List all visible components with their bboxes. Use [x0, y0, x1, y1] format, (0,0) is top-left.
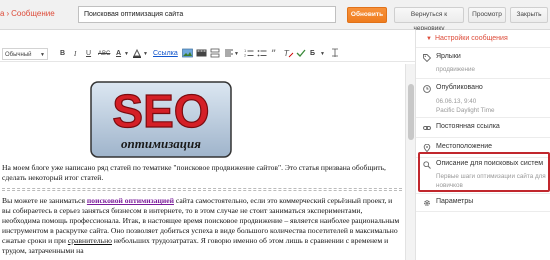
- quote-icon[interactable]: ”: [271, 48, 281, 60]
- jump-break-divider: [2, 188, 402, 191]
- sidebar-item-label: Местоположение: [436, 143, 493, 150]
- published-timezone: Pacific Daylight Time: [436, 107, 495, 114]
- text-color-button[interactable]: A: [116, 48, 121, 60]
- spellcheck-icon[interactable]: [296, 48, 306, 60]
- paragraph-main: Вы можете не заниматься поисковой оптими…: [2, 196, 402, 256]
- sidebar-item-published[interactable]: Опубликовано 06.06.13, 9:40 Pacific Dayl…: [416, 80, 550, 118]
- update-button[interactable]: Обновить: [347, 7, 387, 23]
- format-toolbar: Обычный ▼ B I U ABC A ▼ ▼ Ссылка ▼ 12 ” …: [0, 46, 415, 62]
- post-editor[interactable]: SEO оптимизация На моем блоге уже написа…: [0, 64, 405, 260]
- sidebar-item-labels[interactable]: Ярлыки продвижение: [416, 49, 550, 79]
- post-settings-header[interactable]: ▼ Настройки сообщения: [416, 30, 550, 48]
- font-size-value: Обычный: [5, 52, 32, 58]
- highlight-icon[interactable]: [132, 48, 142, 60]
- chevron-down-icon: ▼: [426, 36, 432, 42]
- seo-logo-subtitle: оптимизация: [121, 136, 201, 151]
- gear-icon: [423, 199, 431, 207]
- svg-text:”: ”: [271, 49, 276, 58]
- post-settings-sidebar: ▼ Настройки сообщения Ярлыки продвижение …: [415, 30, 550, 260]
- post-title-input[interactable]: [78, 6, 336, 23]
- breadcrumb-app[interactable]: а: [0, 9, 4, 18]
- sidebar-item-label: Параметры: [436, 198, 474, 205]
- chevron-down-icon[interactable]: ▼: [234, 48, 239, 60]
- scroll-thumb[interactable]: [408, 84, 414, 140]
- link-button[interactable]: Ссылка: [153, 48, 178, 60]
- numbered-list-icon[interactable]: 12: [244, 48, 254, 60]
- sidebar-item-value: продвижение: [436, 66, 476, 73]
- close-button[interactable]: Закрыть: [510, 7, 548, 23]
- rtl-icon[interactable]: [330, 48, 340, 60]
- align-icon[interactable]: [224, 48, 234, 60]
- seo-logo-image: SEO оптимизация: [90, 81, 232, 158]
- editor-scrollbar[interactable]: [405, 64, 415, 260]
- sidebar-item-permalink[interactable]: Постоянная ссылка: [416, 119, 550, 138]
- font-size-select[interactable]: Обычный ▼: [2, 48, 48, 60]
- top-bar: а›Сообщение Обновить Вернуться к чернови…: [0, 0, 550, 32]
- sidebar-item-label: Опубликовано: [436, 84, 483, 91]
- chevron-down-icon[interactable]: ▼: [143, 48, 148, 60]
- breadcrumb-separator: ›: [6, 9, 10, 18]
- breadcrumb: а › Сообщение: [0, 9, 55, 18]
- paragraph-text: Вы можете не заниматься: [2, 196, 87, 205]
- svg-text:2: 2: [244, 54, 246, 58]
- strikethrough-button[interactable]: ABC: [98, 48, 110, 60]
- image-icon[interactable]: [182, 48, 193, 60]
- preview-button[interactable]: Просмотр: [468, 7, 506, 23]
- italic-button[interactable]: I: [74, 48, 76, 60]
- input-tools-button[interactable]: Б: [310, 48, 315, 60]
- underlined-text: сравнительно: [67, 236, 112, 245]
- jump-break-icon[interactable]: [210, 48, 220, 60]
- chevron-down-icon[interactable]: ▼: [124, 48, 129, 60]
- seo-logo-word: SEO: [112, 85, 209, 137]
- svg-text:1: 1: [244, 49, 246, 53]
- chevron-down-icon: ▼: [40, 52, 45, 58]
- link-icon: [423, 124, 431, 132]
- paragraph-intro: На моем блоге уже написано ряд статей по…: [2, 163, 386, 182]
- sidebar-item-options[interactable]: Параметры: [416, 193, 550, 212]
- sidebar-item-label: Ярлыки: [436, 53, 461, 60]
- published-date: 06.06.13, 9:40: [436, 98, 477, 105]
- bullet-list-icon[interactable]: [257, 48, 267, 60]
- video-icon[interactable]: [196, 48, 207, 60]
- tag-icon: [423, 54, 432, 63]
- post-settings-title: Настройки сообщения: [434, 35, 508, 42]
- revert-to-draft-button[interactable]: Вернуться к черновику: [394, 7, 464, 32]
- seo-link[interactable]: поисковой оптимизацией: [87, 196, 174, 205]
- underline-button[interactable]: U: [86, 48, 91, 60]
- sidebar-item-label: Постоянная ссылка: [436, 123, 500, 130]
- clock-icon: [423, 85, 431, 93]
- bold-button[interactable]: B: [60, 48, 65, 60]
- location-pin-icon: [423, 143, 431, 153]
- breadcrumb-page: Сообщение: [11, 9, 55, 18]
- clear-formatting-icon[interactable]: T: [284, 48, 294, 60]
- chevron-down-icon[interactable]: ▼: [320, 48, 325, 60]
- search-description-highlight: [418, 152, 550, 192]
